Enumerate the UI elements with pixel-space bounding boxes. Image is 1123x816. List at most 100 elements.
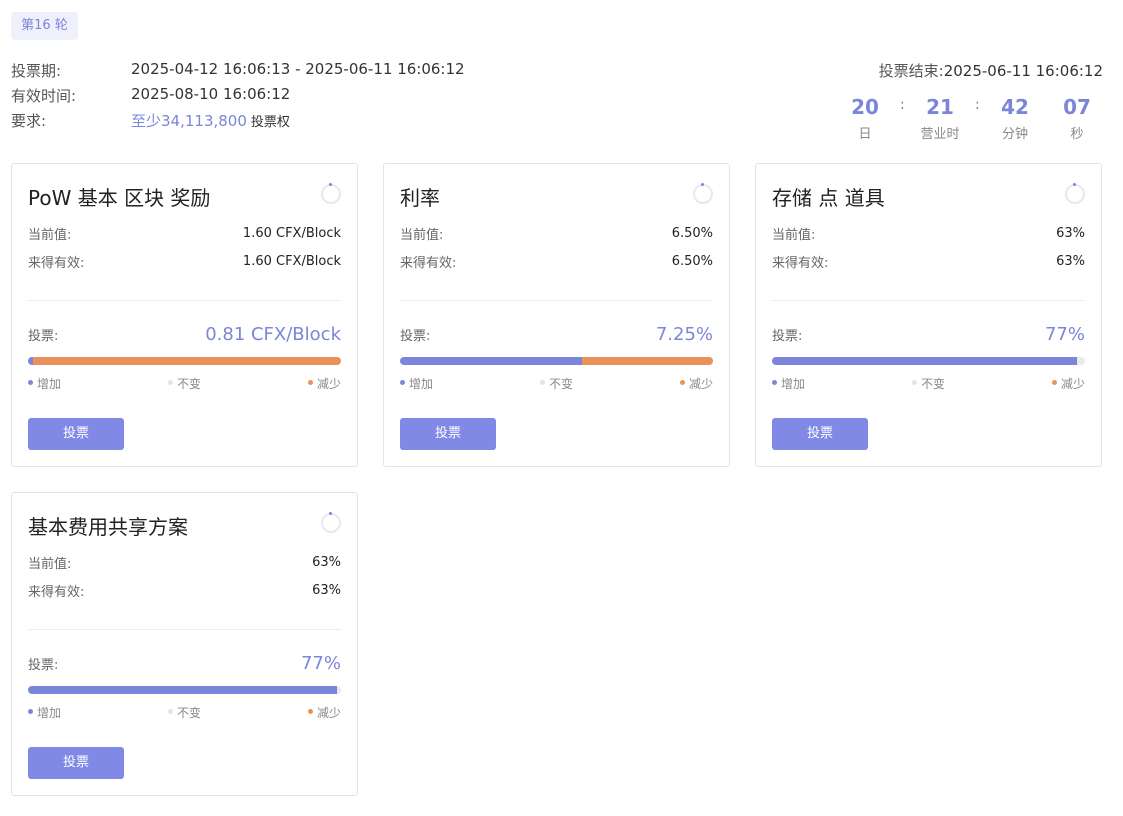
- bar-increase-segment: [400, 357, 582, 365]
- legend-increase: 增加: [28, 704, 61, 721]
- current-value: 1.60 CFX/Block: [242, 226, 341, 241]
- effective-value-label: 来得有效:: [28, 585, 85, 600]
- vote-legend: 增加 不变 减少: [772, 375, 1085, 391]
- legend-decrease: 减少: [1051, 375, 1085, 392]
- effective-value: 6.50%: [671, 254, 713, 269]
- vote-legend: 增加 不变 减少: [28, 375, 341, 391]
- vote-end-date: 2025-06-11 16:06:12: [943, 62, 1103, 80]
- loading-spinner-icon: [321, 183, 341, 204]
- bar-increase-segment: [28, 686, 337, 694]
- proposal-card-pow-block-reward: PoW 基本 区块 奖励 当前值: 1.60 CFX/Block 来得有效: 1…: [11, 163, 358, 467]
- legend-unchanged: 不变: [912, 375, 945, 392]
- vote-value: 0.81 CFX/Block: [205, 324, 341, 345]
- vote-button[interactable]: 投票: [400, 418, 496, 450]
- increase-dot-icon: [772, 380, 777, 385]
- legend-increase-label: 增加: [781, 377, 806, 391]
- round-badge: 第16 轮: [11, 12, 78, 40]
- legend-increase-label: 增加: [409, 377, 434, 391]
- unchanged-dot-icon: [168, 709, 173, 714]
- current-value-label: 当前值:: [772, 228, 816, 243]
- bar-increase-segment: [772, 357, 1078, 365]
- bar-decrease-segment: [581, 357, 713, 365]
- legend-unchanged-label: 不变: [177, 706, 202, 720]
- current-value: 6.50%: [671, 226, 713, 241]
- requirement-value: 至少34,113,800 投票权: [131, 110, 290, 131]
- requirement-amount: 至少34,113,800: [131, 112, 247, 130]
- increase-dot-icon: [28, 380, 33, 385]
- effective-time-value: 2025-08-10 16:06:12: [131, 85, 291, 103]
- legend-unchanged: 不变: [168, 704, 201, 721]
- legend-unchanged-label: 不变: [921, 377, 946, 391]
- vote-distribution-bar: [28, 686, 341, 694]
- vote-legend: 增加 不变 减少: [28, 704, 341, 720]
- loading-spinner-icon: [693, 183, 713, 204]
- decrease-dot-icon: [307, 709, 313, 714]
- countdown-hours-value: 21: [926, 95, 954, 119]
- legend-decrease-label: 减少: [688, 377, 713, 391]
- vote-label: 投票:: [28, 329, 59, 344]
- effective-time-label: 有效时间:: [11, 87, 77, 105]
- voting-period-label: 投票期:: [11, 62, 62, 80]
- bar-decrease-segment: [32, 357, 341, 365]
- card-title: 利率: [400, 186, 440, 210]
- divider: [400, 300, 713, 301]
- countdown-timer: 20 日 : 21 营业时 : 42 分钟 07 秒: [840, 95, 1102, 142]
- legend-increase: 增加: [400, 375, 433, 392]
- countdown-hours: 21 营业时: [915, 95, 965, 142]
- divider: [28, 300, 341, 301]
- vote-value: 77%: [1044, 324, 1085, 345]
- countdown-seconds-value: 07: [1063, 95, 1091, 119]
- countdown-minutes-label: 分钟: [1001, 127, 1028, 142]
- requirement-label: 要求:: [11, 112, 47, 130]
- increase-dot-icon: [400, 380, 405, 385]
- effective-value: 1.60 CFX/Block: [242, 254, 341, 269]
- vote-label: 投票:: [28, 658, 59, 673]
- countdown-hours-label: 营业时: [920, 127, 960, 142]
- vote-label: 投票:: [772, 329, 803, 344]
- unchanged-dot-icon: [912, 380, 917, 385]
- card-title: 基本费用共享方案: [28, 515, 188, 539]
- countdown-days-value: 20: [851, 95, 879, 119]
- current-value-label: 当前值:: [28, 557, 72, 572]
- legend-decrease-label: 减少: [1060, 377, 1085, 391]
- effective-value-label: 来得有效:: [400, 256, 457, 271]
- vote-button[interactable]: 投票: [28, 747, 124, 779]
- decrease-dot-icon: [307, 380, 313, 385]
- legend-increase-label: 增加: [37, 706, 62, 720]
- countdown-minutes: 42 分钟: [990, 95, 1040, 142]
- vote-button[interactable]: 投票: [772, 418, 868, 450]
- card-title: PoW 基本 区块 奖励: [28, 186, 211, 210]
- countdown-days-label: 日: [858, 127, 872, 142]
- vote-end-label: 投票结束:: [878, 62, 944, 80]
- legend-unchanged-label: 不变: [177, 377, 202, 391]
- current-value: 63%: [1056, 226, 1085, 241]
- proposal-card-interest-rate: 利率 当前值: 6.50% 来得有效: 6.50% 投票: 7.25% 增加 不…: [383, 163, 730, 467]
- effective-value-label: 来得有效:: [28, 256, 85, 271]
- legend-decrease-label: 减少: [316, 377, 341, 391]
- legend-increase: 增加: [772, 375, 805, 392]
- loading-spinner-icon: [1065, 183, 1085, 204]
- countdown-seconds-label: 秒: [1070, 127, 1084, 142]
- unchanged-dot-icon: [168, 380, 173, 385]
- vote-value: 7.25%: [655, 324, 713, 345]
- effective-value-label: 来得有效:: [772, 256, 829, 271]
- countdown-seconds: 07 秒: [1052, 95, 1102, 142]
- divider: [28, 629, 341, 630]
- vote-legend: 增加 不变 减少: [400, 375, 713, 391]
- legend-decrease: 减少: [679, 375, 713, 392]
- vote-distribution-bar: [28, 357, 341, 365]
- vote-button[interactable]: 投票: [28, 418, 124, 450]
- vote-end: 投票结束:2025-06-11 16:06:12: [879, 60, 1103, 81]
- decrease-dot-icon: [679, 380, 685, 385]
- vote-value: 77%: [300, 653, 341, 674]
- legend-decrease-label: 减少: [316, 706, 341, 720]
- loading-spinner-icon: [321, 512, 341, 533]
- legend-decrease: 减少: [307, 375, 341, 392]
- legend-unchanged: 不变: [168, 375, 201, 392]
- current-value: 63%: [312, 555, 341, 570]
- proposal-card-storage-point: 存储 点 道具 当前值: 63% 来得有效: 63% 投票: 77% 增加 不变…: [755, 163, 1102, 467]
- countdown-separator: :: [975, 97, 980, 113]
- vote-label: 投票:: [400, 329, 431, 344]
- increase-dot-icon: [28, 709, 33, 714]
- effective-value: 63%: [1056, 254, 1085, 269]
